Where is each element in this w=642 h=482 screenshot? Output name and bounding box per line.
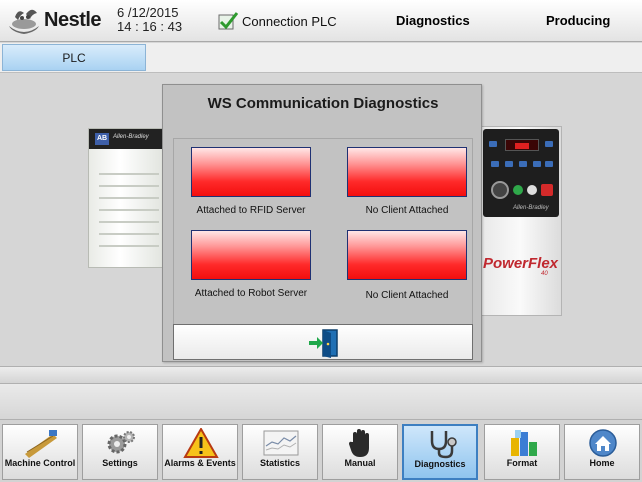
nestle-logo: Nestle — [6, 4, 106, 36]
nav-label: Statistics — [259, 458, 301, 468]
plc-vent-line — [99, 233, 159, 235]
connection-status: Connection PLC — [218, 12, 337, 30]
nav-machine-control[interactable]: Machine Control — [2, 424, 78, 480]
machine-control-icon — [25, 430, 57, 458]
plc-device-image: AB Allen-Bradley — [88, 128, 169, 268]
home-icon — [589, 429, 617, 457]
header-bar: Nestle 6 /12/2015 14 : 16 : 43 Connectio… — [0, 0, 642, 42]
nav-home[interactable]: Home — [564, 424, 640, 480]
drive-key — [545, 161, 553, 167]
nav-label: Machine Control — [4, 458, 76, 468]
bottom-nav: Machine Control Settings Alarms & Events… — [0, 420, 642, 482]
nav-label: Format — [506, 458, 538, 468]
nav-manual[interactable]: Manual — [322, 424, 398, 480]
tab-bar: PLC — [0, 43, 642, 73]
channel-status-label: Attached to Robot Server — [194, 288, 308, 299]
channel-status-indicator[interactable] — [347, 147, 467, 197]
nav-settings[interactable]: Settings — [82, 424, 158, 480]
plc-vendor-label: Allen-Bradley — [113, 134, 149, 140]
drive-keypad: Allen-Bradley — [483, 129, 559, 217]
nav-statistics[interactable]: Statistics — [242, 424, 318, 480]
warning-icon — [183, 428, 219, 458]
nav-label: Manual — [344, 458, 376, 468]
channel-status-indicator[interactable] — [191, 147, 311, 197]
datetime: 6 /12/2015 14 : 16 : 43 — [117, 6, 182, 34]
plc-vent-line — [99, 209, 159, 211]
drive-key — [519, 161, 527, 167]
drive-display — [505, 139, 539, 151]
channel-status-label: No Client Attached — [365, 205, 449, 216]
chart-icon — [263, 430, 299, 456]
brand-name: Nestle — [44, 9, 102, 31]
exit-button[interactable] — [173, 324, 473, 360]
drive-key — [505, 161, 513, 167]
format-icon — [511, 430, 537, 456]
nav-label: Home — [589, 458, 615, 468]
stethoscope-icon — [430, 431, 457, 459]
drive-stop-key — [541, 184, 553, 196]
nav-alarms-events[interactable]: Alarms & Events — [162, 424, 238, 480]
channel-status-indicator[interactable] — [191, 230, 311, 280]
message-bar — [0, 366, 642, 384]
drive-knob — [491, 181, 509, 199]
plc-vent-line — [99, 173, 159, 175]
nest-birds-icon — [9, 9, 39, 34]
machine-state: Producing — [546, 13, 611, 28]
channel-status-indicator[interactable] — [347, 230, 467, 280]
channel-status-label: No Client Attached — [365, 290, 449, 301]
drive-vendor-label: Allen-Bradley — [513, 205, 549, 211]
dialog-title: WS Communication Diagnostics — [207, 95, 439, 112]
nav-diagnostics[interactable]: Diagnostics — [402, 424, 478, 480]
checkmark-icon — [218, 12, 238, 30]
alarm-banner — [0, 384, 642, 420]
ws-diagnostics-dialog: WS Communication Diagnostics Attached to… — [162, 84, 482, 362]
plc-header-strip: AB Allen-Bradley — [89, 129, 169, 149]
drive-key — [545, 141, 553, 147]
drive-dir-key — [527, 185, 537, 195]
drive-brand-label: PowerFlex — [483, 255, 559, 272]
time-text: 14 : 16 : 43 — [117, 19, 183, 34]
nav-label: Alarms & Events — [164, 458, 236, 468]
hand-icon — [349, 429, 369, 457]
plc-vent-line — [99, 221, 159, 223]
plc-vent-line — [99, 185, 159, 187]
drive-key — [533, 161, 541, 167]
channel-status-label: Attached to RFID Server — [196, 205, 306, 216]
drive-key — [491, 161, 499, 167]
gears-icon — [107, 431, 135, 454]
connection-label: Connection PLC — [242, 14, 337, 29]
ab-logo-icon: AB — [95, 133, 109, 145]
screen-title: Diagnostics — [396, 13, 470, 28]
date-text: 6 /12/2015 — [117, 5, 179, 20]
tab-plc[interactable]: PLC — [2, 44, 146, 71]
drive-key — [489, 141, 497, 147]
exit-door-icon — [309, 329, 338, 358]
nav-label: Settings — [102, 458, 138, 468]
powerflex-drive-image: Allen-Bradley PowerFlex 40 — [478, 126, 562, 316]
plc-vent-line — [99, 245, 159, 247]
nav-format[interactable]: Format — [484, 424, 560, 480]
drive-start-key — [513, 185, 523, 195]
plc-vent-line — [99, 197, 159, 199]
drive-model-label: 40 — [541, 271, 548, 277]
nav-label: Diagnostics — [414, 459, 466, 469]
